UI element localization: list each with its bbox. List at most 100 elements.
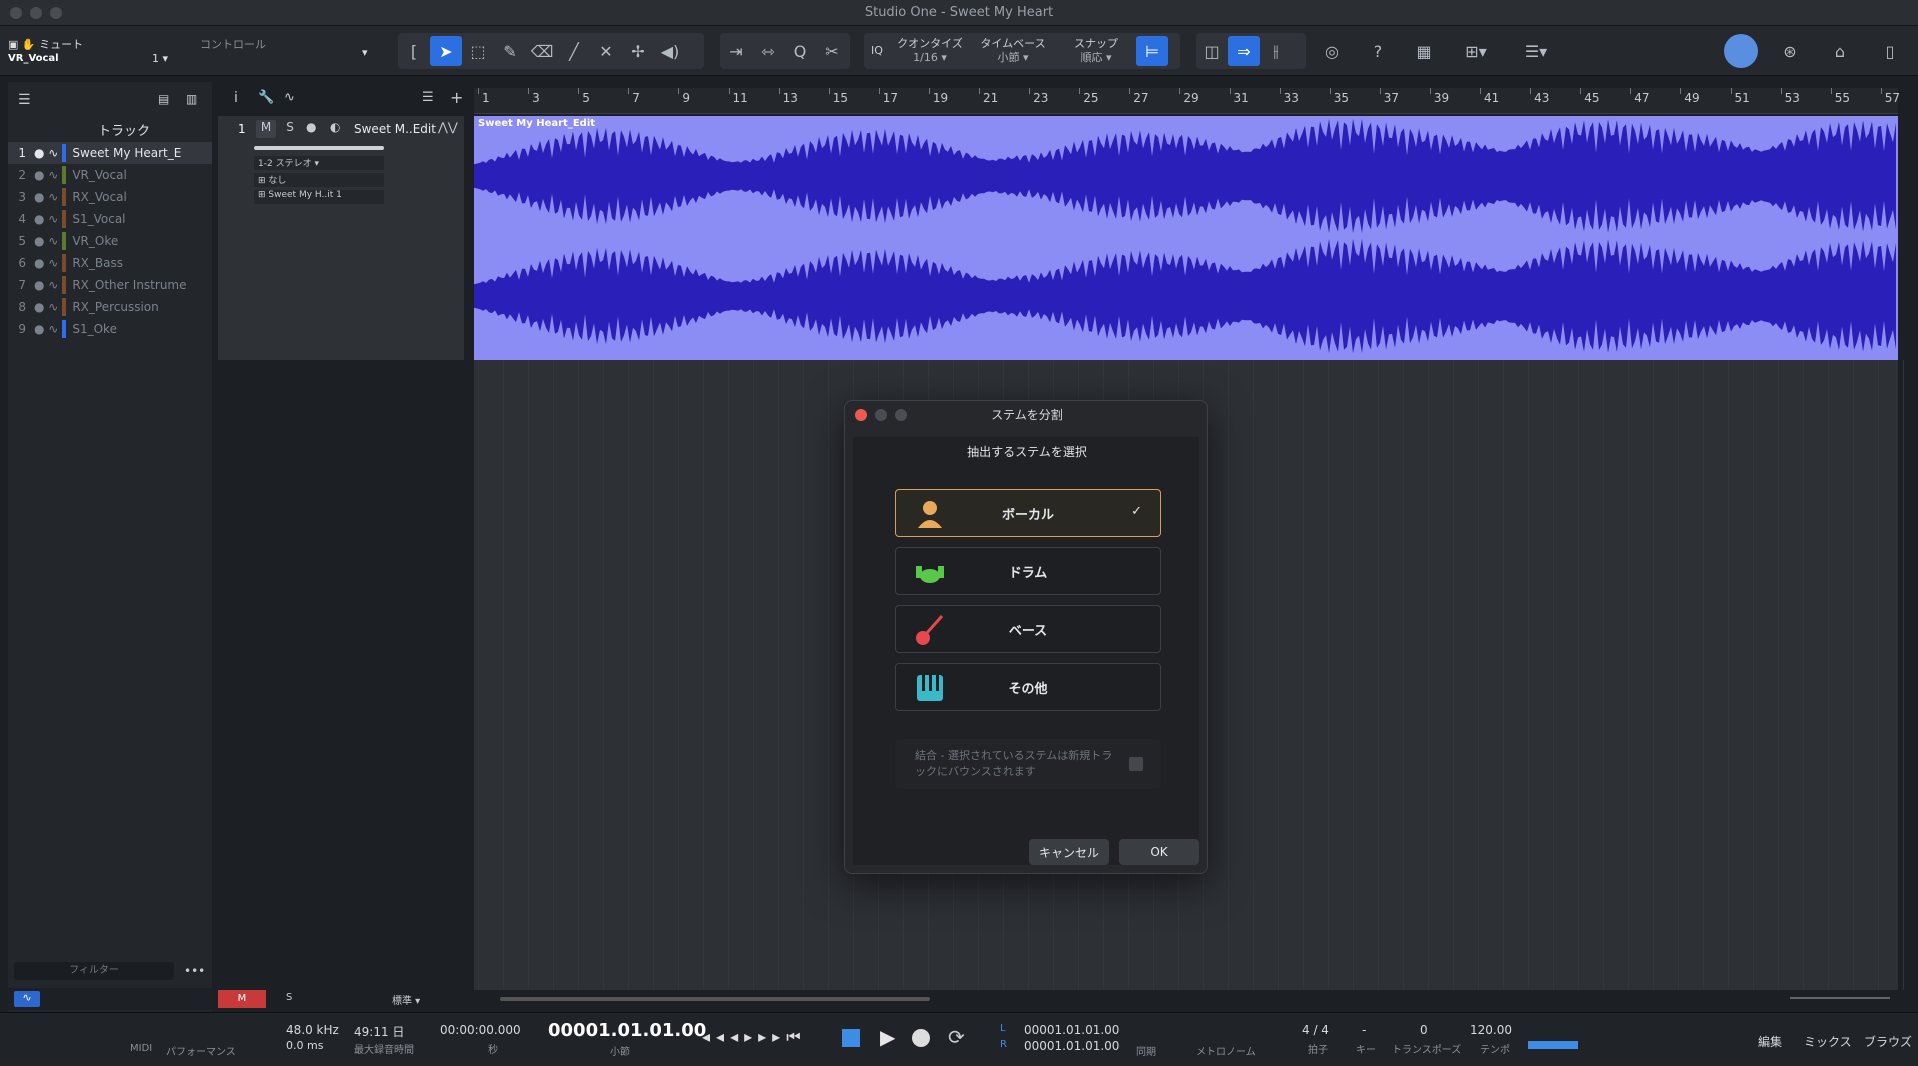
time-unit[interactable]: 秒: [488, 1041, 498, 1056]
eraser-tool-icon[interactable]: ⌫: [526, 36, 558, 66]
io-select[interactable]: 1-2 ステレオ ▾: [254, 156, 384, 170]
waveform-tab-icon[interactable]: ∿: [14, 991, 40, 1007]
loop-start[interactable]: 00001.01.01.00: [1024, 1023, 1119, 1037]
stretch-icon[interactable]: ⇿: [752, 36, 784, 66]
play-button[interactable]: ▶: [880, 1025, 895, 1049]
track-row[interactable]: 6 ● ∿ RX_Bass: [8, 252, 212, 274]
volume-slider[interactable]: [254, 146, 384, 150]
timebase-select[interactable]: タイムベース 小節 ▾: [970, 37, 1056, 65]
snap-toggle-icon[interactable]: ⊨: [1136, 36, 1168, 66]
split-icon[interactable]: ⇥: [720, 36, 752, 66]
ok-button[interactable]: OK: [1119, 839, 1199, 865]
menu-icon[interactable]: ☰: [18, 92, 31, 108]
video-icon[interactable]: ▦: [1408, 36, 1440, 66]
pencil-tool-icon[interactable]: ✎: [494, 36, 526, 66]
insert-select[interactable]: ⊞ なし: [254, 173, 384, 187]
cancel-button[interactable]: キャンセル: [1029, 839, 1109, 865]
rewind-icon[interactable]: ◂◂: [716, 1027, 744, 1046]
chart-icon[interactable]: ▥: [186, 92, 197, 106]
position-unit[interactable]: 小節: [610, 1043, 630, 1058]
range-tool-icon[interactable]: ⬚: [462, 36, 494, 66]
global-solo-button[interactable]: S: [286, 992, 292, 1003]
channel-select[interactable]: 1 ▾: [152, 52, 168, 65]
timeline-ruler[interactable]: 1 3 5 7 9 11 13 15 17 19 21 23 25 27 29 31 33 35 37 39 41 43 4…: [474, 88, 1900, 114]
view-browse-button[interactable]: ブラウズ: [1864, 1033, 1912, 1050]
record-button[interactable]: [912, 1029, 930, 1047]
cursor-follow-icon[interactable]: ⫲: [1260, 36, 1292, 66]
horizontal-scrollbar[interactable]: [500, 997, 930, 1001]
add-track-icon[interactable]: +: [450, 88, 463, 107]
track-row[interactable]: 4 ● ∿ S1_Vocal: [8, 208, 212, 230]
position-display[interactable]: 00001.01.01.00: [548, 1020, 706, 1041]
iq-button[interactable]: IQ: [864, 44, 890, 58]
snap-select[interactable]: スナップ 順応 ▾: [1056, 37, 1136, 65]
rewind-to-start-icon[interactable]: ◂: [702, 1027, 716, 1046]
key-value[interactable]: -: [1362, 1023, 1366, 1037]
loop-icon[interactable]: ⟳: [948, 1025, 965, 1049]
audio-clip[interactable]: Sweet My Heart_Edit: [474, 116, 1898, 360]
loop-end[interactable]: 00001.01.01.00: [1024, 1039, 1119, 1053]
track-row[interactable]: 1 ● ∿ Sweet My Heart_E: [8, 142, 212, 164]
help-button[interactable]: ?: [1362, 36, 1394, 66]
control-dropdown[interactable]: ▾: [362, 46, 368, 59]
track-row[interactable]: 5 ● ∿ VR_Oke: [8, 230, 212, 252]
zoom-slider[interactable]: [1790, 997, 1890, 999]
quantize-select[interactable]: クオンタイズ 1/16 ▾: [890, 37, 970, 65]
mute-tool-icon[interactable]: ✕: [590, 36, 622, 66]
metronome-label[interactable]: メトロノーム: [1196, 1043, 1256, 1058]
stem-option-other[interactable]: その他: [895, 663, 1161, 711]
sync-label[interactable]: 同期: [1136, 1043, 1156, 1058]
arrow-tool-icon[interactable]: ➤: [430, 36, 462, 66]
home-icon[interactable]: ⌂: [1824, 36, 1856, 66]
track-row[interactable]: 2 ● ∿ VR_Vocal: [8, 164, 212, 186]
paint-tool-icon[interactable]: ╱: [558, 36, 590, 66]
record-icon[interactable]: ●: [306, 120, 316, 134]
time-signature[interactable]: 4 / 4: [1302, 1023, 1329, 1037]
filter-input[interactable]: フィルター: [14, 962, 174, 980]
mute-label[interactable]: ▣ ✋ ミュート: [8, 36, 83, 52]
user-avatar[interactable]: [1724, 34, 1758, 68]
zoom-icon[interactable]: Q: [784, 36, 816, 66]
stem-option-bass[interactable]: ベース: [895, 605, 1161, 653]
forward-end-icon[interactable]: ▸: [772, 1027, 786, 1046]
solo-button[interactable]: S: [280, 120, 300, 138]
info-icon[interactable]: i: [234, 90, 238, 106]
more-icon[interactable]: •••: [184, 964, 205, 978]
focus-icon[interactable]: ◎: [1316, 36, 1348, 66]
tempo-value[interactable]: 120.00: [1470, 1023, 1512, 1037]
clip-select[interactable]: ⊞ Sweet My H..it 1: [254, 190, 384, 204]
view-edit-button[interactable]: 編集: [1758, 1033, 1782, 1050]
view-mix-button[interactable]: ミックス: [1804, 1033, 1852, 1050]
skip-back-icon[interactable]: ⏮: [786, 1027, 806, 1046]
grid-view-icon[interactable]: ⊞▾: [1454, 36, 1498, 66]
mute-button[interactable]: M: [256, 120, 276, 138]
stem-option-drums[interactable]: ドラム: [895, 547, 1161, 595]
autoscroll-icon[interactable]: ⇒: [1228, 36, 1260, 66]
track-row[interactable]: 9 ● ∿ S1_Oke: [8, 318, 212, 340]
transpose-value[interactable]: 0: [1420, 1023, 1428, 1037]
stop-button[interactable]: [842, 1029, 860, 1047]
list-icon[interactable]: ☰: [422, 90, 434, 105]
forward-icon[interactable]: ▸▸: [744, 1027, 772, 1046]
automation-icon[interactable]: ∿: [284, 90, 295, 105]
listen-tool-icon[interactable]: ◀): [654, 36, 686, 66]
track-row[interactable]: 8 ● ∿ RX_Percussion: [8, 296, 212, 318]
bend-tool-icon[interactable]: ✢: [622, 36, 654, 66]
nudge-left-icon[interactable]: ◫: [1196, 36, 1228, 66]
track-row[interactable]: 3 ● ∿ RX_Vocal: [8, 186, 212, 208]
wrench-icon[interactable]: 🔧: [258, 90, 274, 105]
sync-icon[interactable]: ⊛: [1774, 36, 1806, 66]
layout-icon[interactable]: ☰▾: [1514, 36, 1558, 66]
track-row[interactable]: 7 ● ∿ RX_Other Instrume: [8, 274, 212, 296]
bracket-icon[interactable]: [: [398, 36, 430, 66]
stem-option-vocal[interactable]: ボーカル ✓: [895, 489, 1161, 537]
view-mode-select[interactable]: 標準 ▾: [392, 992, 420, 1007]
combine-checkbox[interactable]: [1129, 757, 1143, 771]
folder-icon[interactable]: ▤: [158, 92, 169, 106]
waveform: [474, 116, 1898, 360]
scissors-icon[interactable]: ✂: [816, 36, 848, 66]
monitor-icon[interactable]: ◐: [330, 120, 340, 134]
global-mute-button[interactable]: M: [218, 990, 266, 1008]
phone-icon[interactable]: ▯: [1874, 36, 1906, 66]
time-display[interactable]: 00:00:00.000: [440, 1023, 521, 1037]
